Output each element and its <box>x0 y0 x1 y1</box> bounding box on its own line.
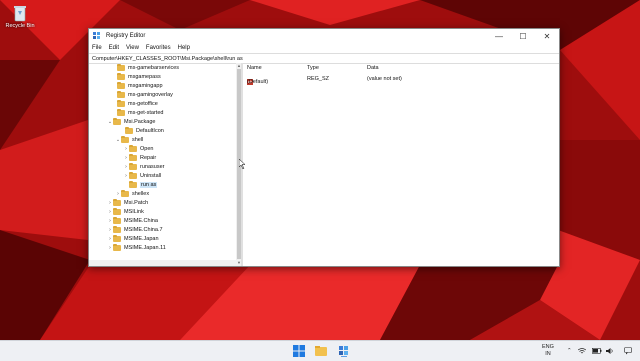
editor-panes: ms-gamebarservices msgamepass msgamingap… <box>89 63 559 266</box>
menu-favorites[interactable]: Favorites <box>146 45 171 51</box>
menu-bar: File Edit View Favorites Help <box>89 43 559 53</box>
tree-item[interactable]: › Uninstall <box>123 171 161 180</box>
tree-item[interactable]: msgamepass <box>111 72 161 81</box>
folder-icon <box>117 90 125 98</box>
folder-icon <box>129 180 137 188</box>
folder-icon <box>113 216 121 224</box>
tree-item[interactable]: › shellex <box>115 189 149 198</box>
title-bar[interactable]: Registry Editor — ☐ ✕ <box>89 29 559 43</box>
folder-icon <box>117 72 125 80</box>
value-row[interactable]: ab (Default) REG_SZ (value not set) <box>244 74 559 85</box>
column-data[interactable]: Data <box>367 65 379 71</box>
folder-icon <box>129 171 137 179</box>
tree-item[interactable]: ms-gamebarservices <box>111 63 179 72</box>
folder-icon <box>125 126 133 134</box>
column-type[interactable]: Type <box>307 65 319 71</box>
tree-item[interactable]: › Msi.Patch <box>107 198 148 207</box>
file-explorer-icon[interactable] <box>315 345 327 357</box>
folder-icon <box>129 162 137 170</box>
tree-item[interactable]: › Repair <box>123 153 156 162</box>
folder-icon <box>113 243 121 251</box>
registry-editor-icon <box>93 32 100 39</box>
folder-icon <box>117 81 125 89</box>
folder-icon <box>129 153 137 161</box>
tree-item[interactable]: DefaultIcon <box>119 126 164 135</box>
folder-icon <box>113 234 121 242</box>
address-path: Computer\HKEY_CLASSES_ROOT\Msi.Package\s… <box>92 55 243 62</box>
minimize-button[interactable]: — <box>487 29 511 43</box>
tree-item[interactable]: ⌄ Msi.Package <box>107 117 156 126</box>
value-type-cell: REG_SZ <box>307 75 330 82</box>
language-indicator[interactable]: ENG IN <box>542 341 554 361</box>
network-icon[interactable] <box>578 341 586 361</box>
volume-icon[interactable] <box>606 341 614 361</box>
windows-start-icon[interactable] <box>293 345 305 357</box>
mouse-cursor-icon <box>239 159 246 169</box>
recycle-bin[interactable]: Recycle Bin <box>2 4 38 29</box>
recycle-bin-icon <box>14 6 26 22</box>
recycle-bin-label: Recycle Bin <box>5 23 35 29</box>
close-button[interactable]: ✕ <box>535 29 559 43</box>
menu-help[interactable]: Help <box>178 45 190 51</box>
tree-item[interactable]: › runasuser <box>123 162 164 171</box>
menu-edit[interactable]: Edit <box>109 45 119 51</box>
list-header: Name Type Data <box>244 63 559 72</box>
folder-icon <box>117 108 125 116</box>
tree-item[interactable]: ms-get-started <box>111 108 163 117</box>
menu-view[interactable]: View <box>126 45 139 51</box>
value-data-cell: (value not set) <box>367 75 402 82</box>
chat-bubble-icon <box>624 347 632 355</box>
tree-item[interactable]: › Open <box>123 144 153 153</box>
folder-icon <box>113 225 121 233</box>
speaker-icon <box>606 348 613 354</box>
tree-item[interactable]: › MSIME.China.7 <box>107 225 163 234</box>
taskbar: ⌃ ENG IN <box>0 340 640 361</box>
tree-item[interactable]: › MSILink <box>107 207 144 216</box>
folder-icon <box>117 63 125 71</box>
menu-file[interactable]: File <box>92 45 102 51</box>
column-name[interactable]: Name <box>247 65 262 71</box>
maximize-button[interactable]: ☐ <box>511 29 535 43</box>
battery-shape-icon <box>592 348 602 354</box>
window-title: Registry Editor <box>106 33 146 39</box>
tree-item[interactable]: ms-gamingoverlay <box>111 90 173 99</box>
folder-icon <box>129 144 137 152</box>
registry-editor-window: Registry Editor — ☐ ✕ File Edit View Fav… <box>88 28 560 267</box>
folder-icon <box>121 135 129 143</box>
tray-chevron-icon[interactable]: ⌃ <box>567 341 572 361</box>
tree-horizontal-scrollbar[interactable] <box>89 260 236 266</box>
folder-icon <box>117 99 125 107</box>
tree-item[interactable]: › MSIME.China <box>107 216 158 225</box>
folder-icon <box>113 207 121 215</box>
tree-item-selected[interactable]: run as <box>123 180 158 189</box>
tree-item[interactable]: ⌄ shell <box>115 135 143 144</box>
tree-item[interactable]: › MSIME.Japan <box>107 234 159 243</box>
registry-editor-taskbar-icon[interactable] <box>338 345 350 357</box>
folder-icon <box>113 117 121 125</box>
folder-icon <box>121 189 129 197</box>
key-tree: ms-gamebarservices msgamepass msgamingap… <box>89 63 237 266</box>
folder-icon <box>113 198 121 206</box>
tree-item[interactable]: ms-getoffice <box>111 99 158 108</box>
values-list: Name Type Data ab (Default) REG_SZ (value… <box>244 63 559 266</box>
notifications-icon[interactable] <box>624 341 632 361</box>
tree-item[interactable]: › MSIME.Japan.11 <box>107 243 166 252</box>
wifi-icon <box>578 348 586 354</box>
battery-icon[interactable] <box>592 341 602 361</box>
tree-item[interactable]: msgamingapp <box>111 81 163 90</box>
